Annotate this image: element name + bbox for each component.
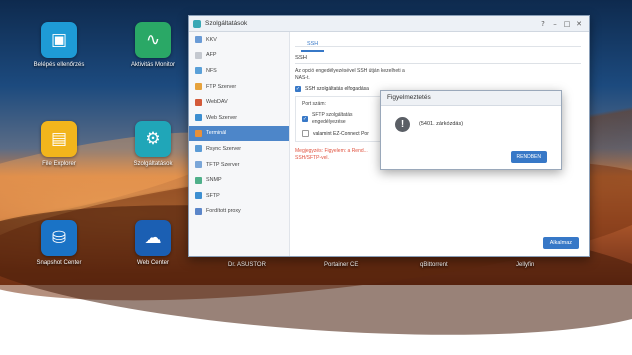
kkv-icon: [195, 36, 202, 44]
sidebar-item-tftp[interactable]: TFTP Szerver: [189, 157, 289, 173]
desktop-app-activity-monitor[interactable]: ∿ Aktivitás Monitor: [118, 22, 188, 68]
ftp-icon: [195, 83, 202, 91]
ok-button[interactable]: RENDBEN: [510, 151, 547, 163]
warning-dialog: Figyelmeztetés ! (5401. zárkózdás) RENDB…: [380, 90, 562, 170]
services-sidebar: KKV AFP NFS FTP Szerver WebDAV Web Szerv…: [189, 32, 290, 256]
snmp-icon: [195, 176, 202, 184]
webdav-icon: [195, 98, 202, 106]
desktop-app-label: Web Center: [137, 260, 169, 266]
desktop-app-label: Belépés ellenőrzés: [33, 62, 85, 68]
sidebar-item-afp[interactable]: AFP: [189, 48, 289, 64]
section-title: SSH: [295, 55, 307, 61]
snapshot-icon: ⛁: [41, 220, 77, 256]
ez-connect-row[interactable]: valamint EZ-Connect Por: [302, 130, 382, 137]
sftp-enable-row[interactable]: ✓ SFTP szolgáltatás engedélyezése: [302, 112, 382, 126]
sidebar-item-snmp[interactable]: SNMP: [189, 172, 289, 188]
warning-icon: !: [395, 117, 410, 132]
sidebar-item-web-server[interactable]: Web Szerver: [189, 110, 289, 126]
close-icon[interactable]: ✕: [573, 20, 585, 28]
web-center-icon: ☁: [135, 220, 171, 256]
desktop-app-services[interactable]: ⚙ Szolgáltatások: [118, 121, 188, 167]
sidebar-item-terminal[interactable]: Terminál: [189, 125, 289, 142]
ssh-options-box: Port szám: ✓ SFTP szolgáltatás engedélye…: [295, 96, 389, 142]
sftp-icon: [195, 192, 202, 200]
web-server-icon: [195, 114, 202, 122]
desktop-app-label-dr-asustor[interactable]: Dr. ASUSTOR: [228, 262, 266, 268]
services-window-icon: [193, 19, 201, 28]
activity-monitor-icon: ∿: [135, 22, 171, 58]
rsync-icon: [195, 145, 202, 153]
nfs-icon: [195, 67, 202, 75]
apply-button[interactable]: Alkalmaz: [542, 237, 579, 249]
desktop-app-file-explorer[interactable]: ▤ File Explorer: [24, 121, 94, 167]
desktop-app-label: Aktivitás Monitor: [130, 62, 175, 68]
afp-icon: [195, 51, 202, 59]
id-badge-icon: ▣: [41, 22, 77, 58]
sidebar-item-nfs[interactable]: NFS: [189, 63, 289, 79]
desktop-app-snapshot-center[interactable]: ⛁ Snapshot Center: [24, 220, 94, 266]
port-label: Port szám:: [302, 101, 326, 107]
dialog-title: Figyelmeztetés: [381, 91, 561, 106]
sftp-enable-label: SFTP szolgáltatás engedélyezése: [312, 112, 353, 125]
desktop-app-web-center[interactable]: ☁ Web Center: [118, 220, 188, 266]
desktop-app-label: Szolgáltatások: [133, 161, 173, 167]
terminal-icon: [195, 129, 202, 137]
minimize-icon[interactable]: –: [549, 20, 561, 28]
ez-connect-checkbox[interactable]: [302, 130, 309, 137]
file-explorer-icon: ▤: [41, 121, 77, 157]
help-icon[interactable]: ?: [537, 20, 549, 28]
sidebar-item-ftp[interactable]: FTP Szerver: [189, 79, 289, 95]
dialog-message: (5401. zárkózdás): [419, 121, 464, 127]
sidebar-item-sftp[interactable]: SFTP: [189, 188, 289, 204]
sftp-enable-checkbox[interactable]: ✓: [302, 116, 308, 122]
sidebar-item-reverse-proxy[interactable]: Fordított proxy: [189, 204, 289, 220]
desktop-app-label: Snapshot Center: [36, 260, 82, 266]
tab-ssh[interactable]: SSH: [301, 37, 325, 52]
ssh-description: Az opció engedélyezésével SSH útján keze…: [295, 68, 405, 81]
window-titlebar[interactable]: Szolgáltatások ? – □ ✕: [189, 16, 589, 32]
section-divider: [295, 63, 581, 64]
ssh-enable-checkbox[interactable]: ✓: [295, 86, 301, 92]
sidebar-item-kkv[interactable]: KKV: [189, 32, 289, 48]
ez-connect-label: valamint EZ-Connect Por: [313, 130, 369, 137]
warning-note: Megjegyzés: Figyelem: a Rend... SSH/SFTP…: [295, 148, 368, 161]
desktop-app-label: File Explorer: [42, 161, 76, 167]
desktop-app-label-portainer[interactable]: Portainer CE: [324, 262, 358, 268]
window-title: Szolgáltatások: [205, 20, 248, 27]
services-icon: ⚙: [135, 121, 171, 157]
tftp-icon: [195, 161, 202, 169]
tab-bar: SSH: [295, 32, 581, 52]
ssh-enable-label: SSH szolgáltatás elfogadása: [305, 86, 369, 92]
desktop-app-login-check[interactable]: ▣ Belépés ellenőrzés: [24, 22, 94, 68]
desktop-app-label-jellyfin[interactable]: Jellyfin: [516, 262, 534, 268]
desktop-app-label-qbittorrent[interactable]: qBittorrent: [420, 262, 448, 268]
reverse-proxy-icon: [195, 207, 202, 215]
sidebar-item-rsync[interactable]: Rsync Szerver: [189, 141, 289, 157]
sidebar-item-webdav[interactable]: WebDAV: [189, 94, 289, 110]
maximize-icon[interactable]: □: [561, 20, 573, 28]
